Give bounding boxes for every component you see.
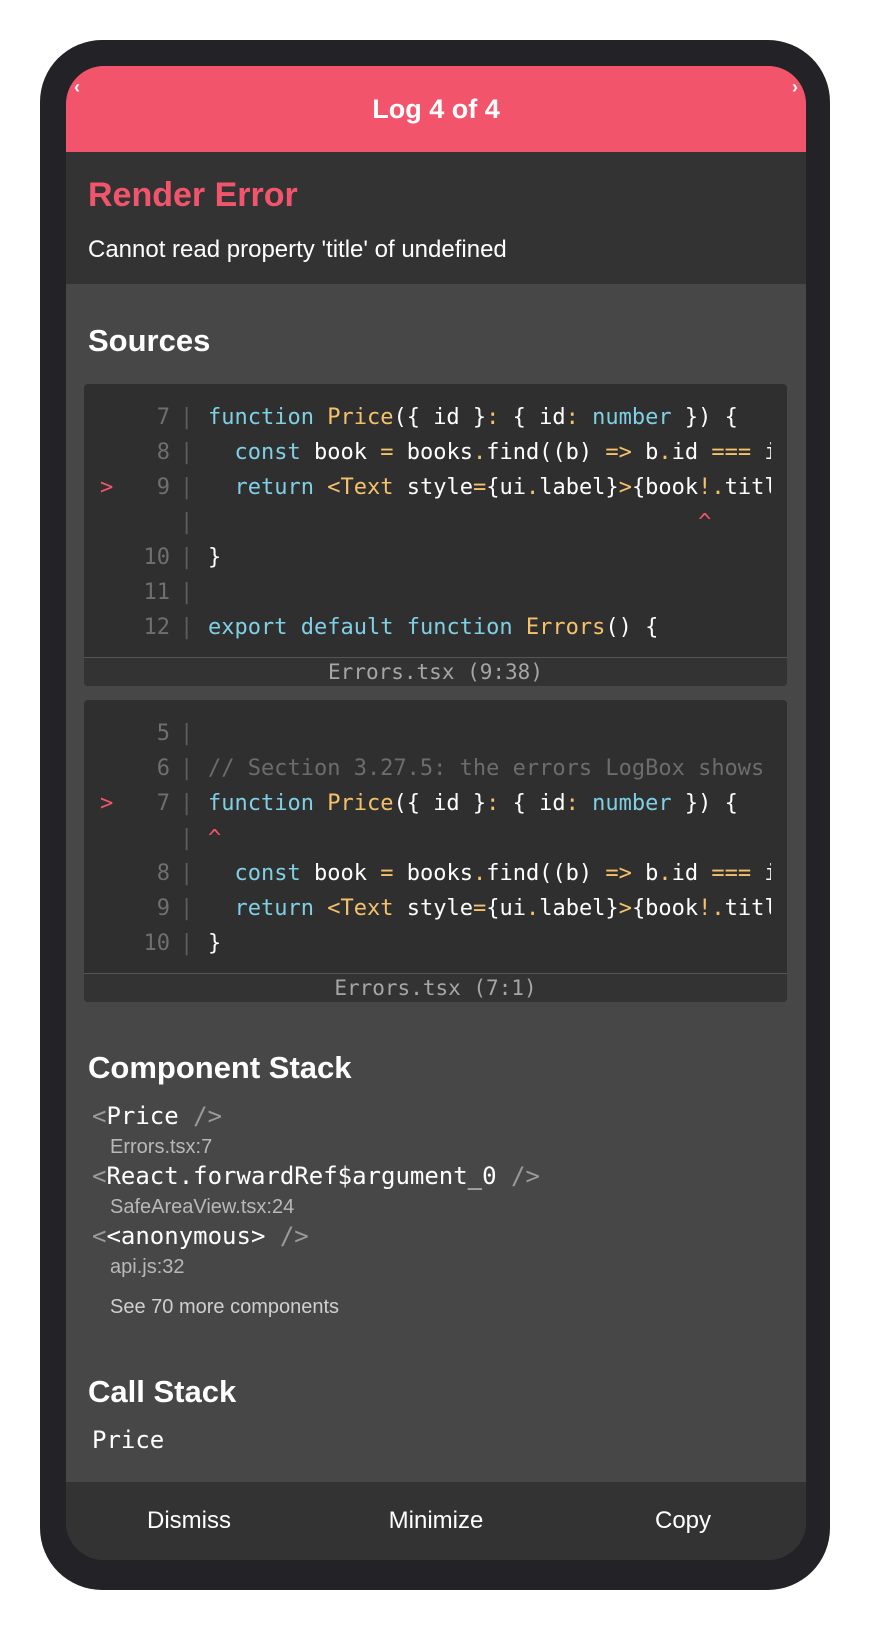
code-line: | ^ [84,821,787,857]
component-open: < [92,1102,107,1130]
error-line-marker: > [100,791,114,816]
component-entry[interactable]: <Price /> [92,1102,222,1130]
line-number: 10 [143,545,171,570]
code-line: 5 | [84,716,787,752]
code-text: const book = books.find((b) => b.id === … [234,440,772,465]
component-open: < [92,1162,107,1190]
component-close: /> [279,1222,309,1250]
code-line: 10 |} [84,540,787,576]
code-line: 12 | export default function Errors() { [84,610,787,646]
line-number: 8 [156,440,170,465]
code-text: function Price({ id }: { id: number }) { [208,405,738,430]
error-line-marker: > [100,475,114,500]
line-number: 10 [143,931,171,956]
component-stack-heading: Component Stack [88,1050,352,1085]
sources-heading: Sources [88,323,211,358]
code-line: | ^ [84,505,787,541]
component-name: <anonymous> [106,1222,266,1250]
line-number: 7 [156,405,170,430]
gutter-divider: | [180,615,194,640]
component-name: Price [106,1102,179,1130]
gutter-divider: | [180,896,194,921]
code-line: 7 | function Price({ id }: { id: number })… [84,400,787,436]
gutter-divider: | [180,405,194,430]
code-text: } [208,931,222,956]
log-counter: Log 4 of 4 [372,94,500,124]
gutter-divider: | [180,545,194,570]
line-number: 5 [156,721,170,746]
code-text: return <Text style={ui.label}>{book!.tit… [234,475,772,500]
code-text: ^ [208,826,222,851]
code-text: const book = books.find((b) => b.id === … [234,861,772,886]
logbox-screen: ‹ Log 4 of 4 › Render Error Cannot read … [66,66,806,1560]
code-frame[interactable]: 7 | function Price({ id }: { id: number })… [84,384,787,686]
call-stack-heading: Call Stack [88,1374,237,1409]
code-line: >7 | function Price({ id }: { id: number }… [84,786,787,822]
component-close: /> [193,1102,223,1130]
component-file: Errors.tsx:7 [110,1136,213,1158]
gutter-divider: | [180,791,194,816]
line-number: 6 [156,756,170,781]
code-line: 6 | // Section 3.27.5: the errors LogBox s… [84,751,787,787]
copy-button[interactable]: Copy [560,1482,806,1560]
line-number: 7 [156,791,170,816]
line-number: 8 [156,861,170,886]
code-text: export default function Errors() { [208,615,659,640]
gutter-divider: | [180,475,194,500]
code-text: // Section 3.27.5: the errors LogBox sho… [208,756,771,781]
gutter-divider: | [180,931,194,956]
gutter-divider: | [180,510,194,535]
component-name: React.forwardRef$argument_0 [106,1162,497,1190]
logbox-footer: Dismiss Minimize Copy [66,1482,806,1560]
code-text: ^ [208,510,712,535]
component-file: api.js:32 [110,1256,185,1278]
code-line: 8 | const book = books.find((b) => b.id =… [84,435,787,471]
line-number: 9 [156,896,170,921]
component-file: SafeAreaView.tsx:24 [110,1196,295,1218]
component-close: /> [511,1162,540,1190]
code-line: 10 |} [84,926,787,962]
code-frame-file[interactable]: Errors.tsx (9:38) [84,657,787,686]
component-entry[interactable]: <React.forwardRef$argument_0 /> [92,1162,540,1190]
device-frame: ‹ Log 4 of 4 › Render Error Cannot read … [40,40,830,1590]
chevron-left-icon[interactable]: ‹ [74,78,80,96]
gutter-divider: | [180,440,194,465]
logbox-header: ‹ Log 4 of 4 › [66,66,806,152]
line-number: 11 [143,580,171,605]
code-text: } [208,545,222,570]
component-entry[interactable]: <<anonymous> /> [92,1222,309,1250]
code-frame[interactable]: 5 | 6 |// Section 3.27.5: the errors LogBox… [84,700,787,1002]
code-text: return <Text style={ui.label}>{book!.tit… [234,896,772,921]
chevron-right-icon[interactable]: › [792,78,798,96]
code-line: >9 | return <Text style={ui.label}>{book!… [84,470,787,506]
dismiss-button[interactable]: Dismiss [66,1482,312,1560]
code-frame-file[interactable]: Errors.tsx (7:1) [84,973,787,1002]
call-stack-frame[interactable]: Price [92,1426,164,1454]
code-line: 8 | const book = books.find((b) => b.id =… [84,856,787,892]
gutter-divider: | [180,580,194,605]
code-text: function Price({ id }: { id: number }) { [208,791,738,816]
component-open: < [92,1222,107,1250]
code-line: 11 | [84,575,787,611]
gutter-divider: | [180,861,194,886]
line-number: 12 [143,615,171,640]
error-message: Cannot read property 'title' of undefine… [88,236,507,263]
gutter-divider: | [180,721,194,746]
error-summary: Render Error Cannot read property 'title… [66,152,806,284]
gutter-divider: | [180,826,194,851]
code-line: 9 | return <Text style={ui.label}>{book!.… [84,891,787,927]
see-more-components-button[interactable]: See 70 more components [110,1296,339,1319]
gutter-divider: | [180,756,194,781]
line-number: 9 [156,475,170,500]
error-title: Render Error [88,176,298,214]
minimize-button[interactable]: Minimize [313,1482,559,1560]
